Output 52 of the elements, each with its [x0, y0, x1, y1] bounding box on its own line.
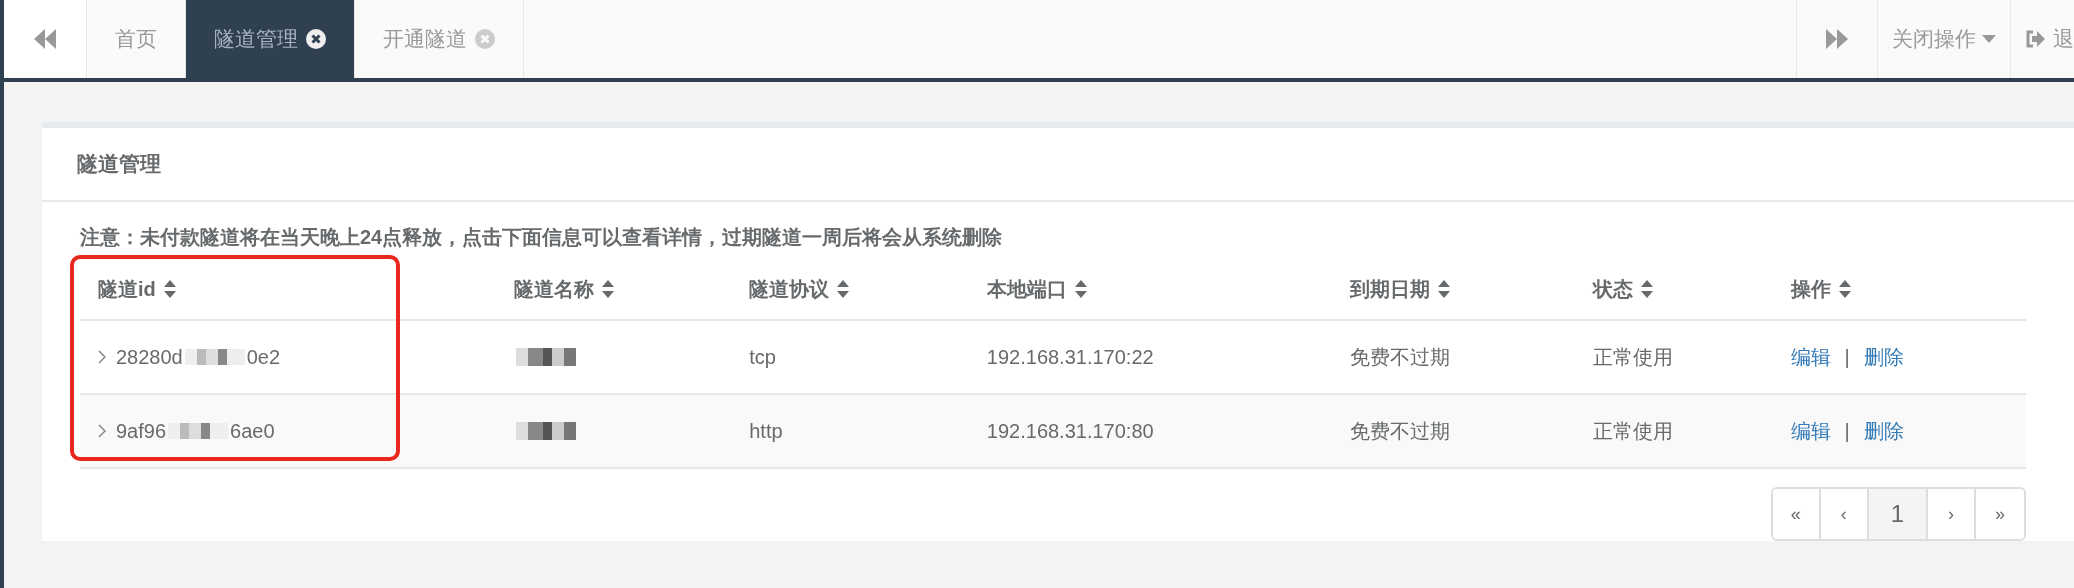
sort-icon[interactable]	[1838, 280, 1851, 298]
redacted-text	[168, 423, 229, 439]
table-cell: 192.168.31.170:80	[986, 419, 1154, 443]
table-cell-text: 正常使用	[1592, 418, 1673, 444]
tunnel-id: 0e2	[246, 345, 281, 369]
tunnel-id: 28280d	[116, 345, 183, 369]
notice-text: 注意：未付款隧道将在当天晚上24点释放，点击下面信息可以查看详情，过期隧道一周后将会从系统删除	[80, 225, 1004, 250]
page-button[interactable]: 1	[1868, 489, 1928, 539]
tunnel-id: 9af96	[116, 419, 167, 443]
close-actions-dropdown[interactable]: 关闭操作	[1878, 0, 2011, 78]
page-tab[interactable]: 隧道管理	[186, 0, 355, 78]
close-icon[interactable]	[306, 29, 326, 49]
double-left-icon	[34, 29, 56, 49]
page-button[interactable]: «	[1772, 489, 1821, 539]
column-header[interactable]: 状态	[1592, 275, 1633, 303]
column-header[interactable]: 到期日期	[1350, 275, 1431, 303]
sort-icon[interactable]	[601, 280, 614, 298]
table-cell: 192.168.31.170:22	[986, 345, 1154, 369]
chevron-right-icon[interactable]	[98, 350, 106, 364]
column-header[interactable]: 隧道id	[98, 275, 156, 303]
edit-link[interactable]: 编辑	[1790, 343, 1831, 371]
column-header[interactable]: 操作	[1790, 275, 1831, 303]
sort-icon[interactable]	[1640, 280, 1653, 298]
delete-link[interactable]: 删除	[1863, 417, 1904, 445]
scroll-right-button[interactable]	[1796, 0, 1878, 78]
table-cell: tcp	[749, 345, 776, 369]
double-right-icon	[1826, 29, 1848, 49]
sort-icon[interactable]	[163, 280, 176, 298]
edit-link[interactable]: 编辑	[1790, 417, 1831, 445]
table-cell-text: 免费不过期	[1350, 344, 1451, 370]
caret-icon	[1982, 35, 1996, 43]
table-cell: http	[749, 419, 783, 443]
separator-text: |	[1844, 419, 1850, 443]
logout-button[interactable]: 退	[2011, 0, 2074, 78]
separator-text: |	[1844, 345, 1850, 369]
column-header[interactable]: 隧道协议	[749, 275, 830, 303]
scroll-left-button[interactable]	[4, 0, 87, 78]
delete-link[interactable]: 删除	[1863, 343, 1904, 371]
redacted-text	[515, 348, 576, 366]
sort-icon[interactable]	[1074, 280, 1087, 298]
sort-icon[interactable]	[837, 280, 850, 298]
chevron-right-icon[interactable]	[98, 424, 106, 438]
redacted-text	[184, 349, 245, 365]
redacted-text	[515, 422, 576, 440]
sign-out-icon	[2025, 30, 2045, 48]
sort-icon[interactable]	[1438, 280, 1451, 298]
table-cell-text: 正常使用	[1592, 344, 1673, 370]
column-header[interactable]: 隧道名称	[513, 275, 594, 303]
panel-title: 隧道管理	[42, 128, 2074, 202]
table-cell-text: 免费不过期	[1350, 418, 1451, 444]
tunnel-id: 6ae0	[230, 419, 275, 443]
column-header[interactable]: 本地端口	[986, 275, 1067, 303]
